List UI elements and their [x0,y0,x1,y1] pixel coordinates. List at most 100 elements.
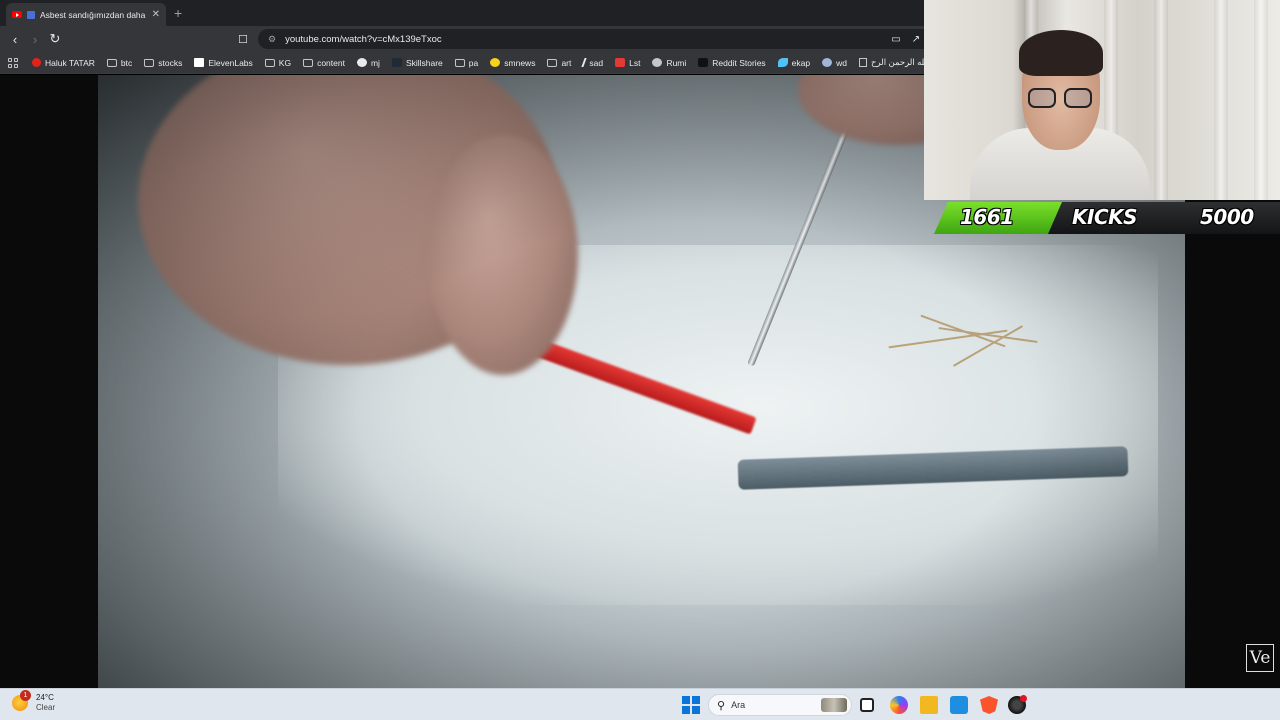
page-icon [858,58,867,67]
folder-icon [106,58,117,67]
taskbar: 1 24°C Clear ⚲ Ara [0,688,1280,720]
bookmark-item[interactable]: art [547,58,571,68]
skillshare-icon [391,58,402,67]
bird-icon [777,58,788,67]
folder-icon [454,58,465,67]
flag-icon [27,10,35,19]
bookmark-label: Skillshare [405,57,443,68]
copilot-icon[interactable] [890,696,908,714]
webcam-feed [924,0,1280,200]
curtain-fold [1254,0,1268,200]
globe-icon [652,58,663,67]
bookmark-item[interactable]: wd [822,58,847,68]
youtube-icon [12,11,22,18]
curtain-fold [1214,0,1228,200]
folder-icon [144,58,155,67]
bookmark-item[interactable]: Lst [615,58,640,68]
browser-tab[interactable]: Asbest sandığımızdan daha b ✕ [6,3,166,26]
bookmark-item[interactable]: stocks [144,58,182,68]
bookmark-item[interactable]: ekap [777,57,811,68]
weather-condition: Clear [36,703,56,712]
new-tab-button[interactable]: + [174,5,182,21]
tab-bar: Asbest sandığımızdan daha b ✕ + [0,0,924,26]
search-highlight-image [821,698,847,712]
browser-toolbar: ‹ › ↻ ☐ ⚙ youtube.com/watch?v=cMx139eTxo… [0,26,938,52]
back-button[interactable]: ‹ [7,31,23,47]
smiley-icon [490,58,501,67]
folder-icon [303,58,314,67]
bookmark-item[interactable]: Skillshare [391,57,443,68]
glasses [1028,88,1096,110]
kicks-label: KICKS [1072,205,1138,229]
curtain-fold [1154,0,1168,200]
bookmark-label: mj [370,57,380,68]
folder-icon [264,58,275,67]
bookmark-item[interactable]: Haluk TATAR [32,58,95,68]
screen: Asbest sandığımızdan daha b ✕ + ‹ › ↻ ☐ … [0,0,1280,720]
channel-watermark[interactable]: Ve [1246,644,1274,672]
bookmark-item[interactable]: smnews [490,58,535,68]
brave-browser-icon[interactable] [980,696,998,714]
bookmark-item[interactable]: الله الرحمن الرح... [858,57,924,68]
bookmark-label: content [317,57,345,68]
globe-icon [822,58,833,67]
temperature: 24°C [36,693,54,702]
bookmark-label: sad [589,57,604,68]
cast-icon[interactable]: ▭ [888,31,904,47]
github-icon [356,58,367,67]
windows-start-icon[interactable] [682,696,700,714]
bookmark-label: Lst [629,57,641,68]
recording-indicator [1020,695,1027,702]
close-icon[interactable]: ✕ [152,9,160,20]
s-logo-icon [615,58,626,67]
apps-icon[interactable] [8,57,18,68]
bookmark-label: wd [836,57,847,68]
bookmark-label: Reddit Stories [712,57,766,68]
kicks-goal: 5000 [1200,205,1254,229]
bookmark-item[interactable]: ElevenLabs [194,57,253,68]
forward-button[interactable]: › [27,31,43,47]
bookmark-label: smnews [504,57,536,68]
share-icon[interactable]: ↗ [908,31,924,47]
snipping-tool-icon[interactable] [950,696,968,714]
bookmark-label: Haluk TATAR [45,57,95,68]
bookmark-item[interactable]: KG [264,58,291,68]
site-settings-icon[interactable]: ⚙ [268,34,276,45]
address-bar[interactable]: ⚙ youtube.com/watch?v=cMx139eTxoc [258,29,938,49]
folder-icon [547,58,558,67]
bookmark-item[interactable]: btc [106,57,133,68]
bookmark-label: pa [468,57,479,68]
taskbar-search[interactable]: ⚲ Ara [708,694,852,716]
d-logo-icon [698,58,709,67]
slash-icon [581,58,588,67]
reload-button[interactable]: ↻ [47,31,63,47]
weather-widget[interactable]: 1 24°C Clear [12,690,56,713]
bookmark-item[interactable]: mj [356,57,380,68]
tab-title: Asbest sandığımızdan daha b [40,9,147,20]
bookmark-item[interactable]: pa [454,57,479,68]
weather-sun-icon: 1 [12,690,31,711]
bookmark-item[interactable]: Reddit Stories [698,57,766,68]
kicks-current: 1661 [960,205,1014,229]
streamer-hair [1019,30,1103,76]
bookmark-item[interactable]: sad [581,57,604,68]
kicks-goal-bar: 1661 KICKS 5000 [934,202,1280,234]
youtube-icon [32,58,41,67]
bookmark-label: btc [120,57,133,68]
url-text: youtube.com/watch?v=cMx139eTxoc [285,33,442,45]
bookmark-label: الله الرحمن الرح... [870,57,924,67]
bookmark-label: art [561,57,572,68]
bookmark-item[interactable]: content [303,58,345,68]
elevenlabs-icon [194,58,205,67]
bookmark-label: ekap [791,57,811,68]
bookmark-icon[interactable]: ☐ [235,31,251,47]
bookmark-item[interactable]: Rumi [652,58,686,68]
search-icon: ⚲ [717,699,726,712]
task-view-icon[interactable] [860,698,874,712]
bookmark-label: Rumi [666,57,687,68]
bookmarks-bar: Haluk TATAR btc stocks ElevenLabs KG con… [0,52,924,74]
file-explorer-icon[interactable] [920,696,938,714]
bookmark-label: ElevenLabs [208,57,253,68]
notification-badge: 1 [20,690,31,701]
bookmark-label: stocks [158,57,183,68]
